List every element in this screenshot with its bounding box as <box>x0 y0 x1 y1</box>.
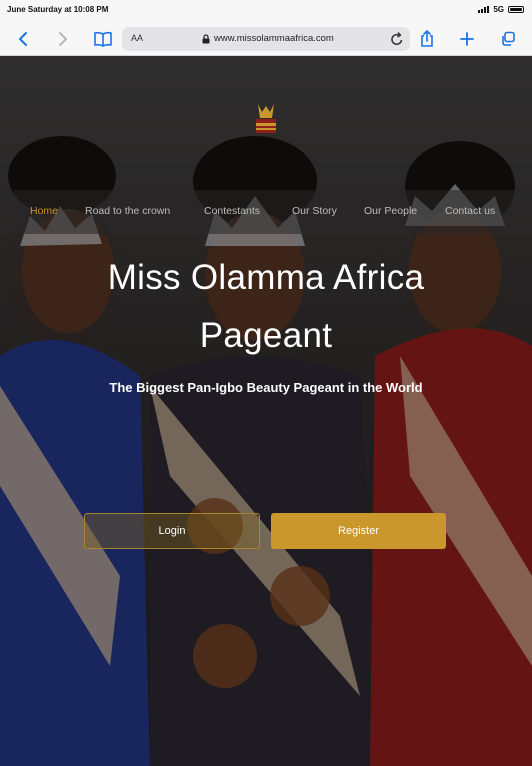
signal-icon <box>478 6 490 13</box>
nav-item-our-story[interactable]: Our Story <box>292 205 337 217</box>
hero-section: Home Road to the crown Contestants Our S… <box>0 56 532 766</box>
nav-item-contestants[interactable]: Contestants <box>204 205 260 217</box>
nav-item-road-to-the-crown[interactable]: Road to the crown <box>85 205 170 217</box>
network-label: 5G <box>493 5 504 14</box>
hero-title-line2: Pageant <box>199 316 333 355</box>
bookmarks-icon[interactable] <box>91 27 115 51</box>
status-bar: June Saturday at 10:08 PM 5G <box>0 0 532 22</box>
hero-title-line1: Miss Olamma Africa <box>107 258 425 297</box>
nav-item-contact-us[interactable]: Contact us <box>445 205 495 217</box>
nav-item-our-people[interactable]: Our People <box>364 205 417 217</box>
address-bar[interactable]: AA www.missolammaafrica.com <box>122 27 410 51</box>
new-tab-icon[interactable] <box>455 27 479 51</box>
hero-subtitle: The Biggest Pan-Igbo Beauty Pageant in t… <box>109 380 423 395</box>
url-display[interactable]: www.missolammaafrica.com <box>202 33 334 44</box>
lock-icon <box>202 33 210 43</box>
url-text: www.missolammaafrica.com <box>214 33 334 44</box>
status-indicators: 5G <box>478 5 524 14</box>
nav-item-home[interactable]: Home <box>30 205 58 217</box>
back-icon[interactable] <box>11 27 35 51</box>
tabs-overview-icon[interactable] <box>496 27 520 51</box>
status-time: June Saturday at 10:08 PM <box>7 5 109 14</box>
share-icon[interactable] <box>415 27 439 51</box>
forward-icon[interactable] <box>51 27 75 51</box>
main-nav: Home Road to the crown Contestants Our S… <box>14 190 516 234</box>
reload-icon[interactable] <box>390 31 404 52</box>
browser-toolbar: AA www.missolammaafrica.com <box>0 22 532 56</box>
reader-aa-button[interactable]: AA <box>131 33 143 43</box>
login-button[interactable]: Login <box>84 513 260 549</box>
hero-dark-overlay <box>0 56 532 766</box>
battery-icon <box>508 6 524 13</box>
register-button[interactable]: Register <box>271 513 446 549</box>
brand-logo[interactable] <box>246 100 286 140</box>
